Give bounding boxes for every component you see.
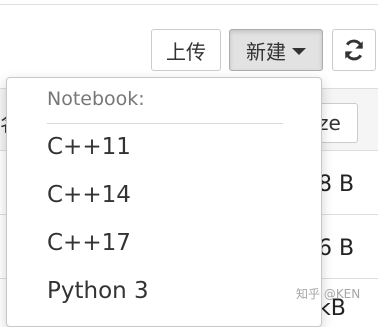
refresh-button[interactable] [332,29,376,71]
file-size: 8 B [318,172,355,197]
file-size: 6 B [318,236,355,261]
menu-item-cpp11[interactable]: C++11 [47,134,131,160]
menu-item-cpp17[interactable]: C++17 [47,230,131,256]
menu-item-python3[interactable]: Python 3 [47,278,149,304]
upload-button-label: 上传 [166,39,206,64]
new-button-label: 新建 [246,39,286,64]
upload-button[interactable]: 上传 [151,29,221,71]
new-button[interactable]: 新建 [229,29,323,71]
refresh-icon [345,39,363,61]
top-divider [0,4,378,5]
new-dropdown-menu: Notebook: C++11 C++14 C++17 Python 3 [6,77,322,327]
watermark: 知乎 @KEN [296,287,361,301]
caret-down-icon [292,48,306,55]
menu-divider [47,123,283,124]
menu-item-cpp14[interactable]: C++14 [47,182,131,208]
notebook-section-header: Notebook: [47,88,145,110]
